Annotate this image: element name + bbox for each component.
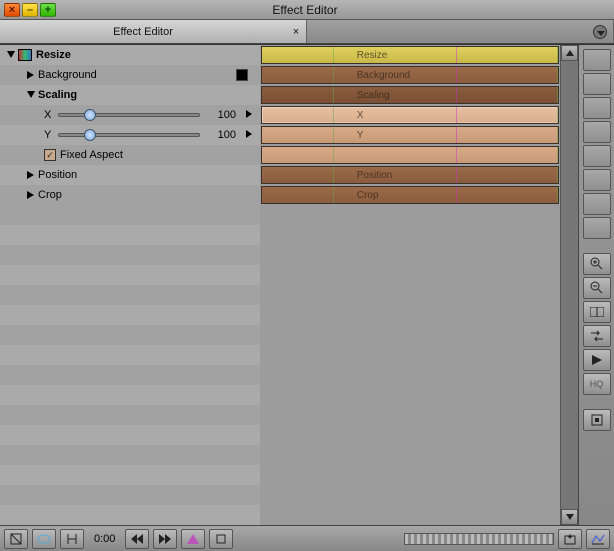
track-row[interactable]: Background bbox=[261, 66, 559, 84]
track-row[interactable]: Crop bbox=[261, 186, 559, 204]
disclosure-right-icon[interactable] bbox=[24, 171, 38, 179]
slider-y[interactable] bbox=[58, 133, 200, 137]
timecode[interactable]: 0:00 bbox=[88, 533, 121, 545]
split-view-button[interactable] bbox=[583, 301, 611, 323]
slider-y-value[interactable]: 100 bbox=[206, 129, 236, 141]
checkbox-fixed-aspect[interactable]: ✓ bbox=[44, 149, 56, 161]
hq-button[interactable]: HQ bbox=[583, 373, 611, 395]
range-button[interactable] bbox=[60, 529, 84, 549]
side-tool-slot[interactable] bbox=[583, 121, 611, 143]
effect-editor-window: × – + Effect Editor Effect Editor × Resi… bbox=[0, 0, 614, 551]
disclosure-down-icon[interactable] bbox=[24, 91, 38, 99]
status-bar: 0:00 bbox=[0, 525, 614, 551]
track-row[interactable] bbox=[261, 146, 559, 164]
side-tool-slot[interactable] bbox=[583, 97, 611, 119]
param-row-y: Y 100 bbox=[0, 125, 260, 145]
slider-x[interactable] bbox=[58, 113, 200, 117]
track-header[interactable]: Resize bbox=[261, 46, 559, 64]
param-label: Position bbox=[38, 169, 77, 181]
save-preset-button[interactable] bbox=[558, 529, 582, 549]
param-row-scaling[interactable]: Scaling bbox=[0, 85, 260, 105]
color-swatch[interactable] bbox=[236, 69, 248, 81]
track-row[interactable]: Position bbox=[261, 166, 559, 184]
tab-effect-editor[interactable]: Effect Editor × bbox=[0, 20, 307, 43]
slider-x-value[interactable]: 100 bbox=[206, 109, 236, 121]
empty-rows bbox=[0, 205, 260, 525]
tab-menu-button[interactable] bbox=[587, 25, 613, 39]
render-progress bbox=[404, 533, 554, 545]
param-label: Scaling bbox=[38, 89, 77, 101]
swap-button[interactable] bbox=[583, 325, 611, 347]
keyframe-toggle-icon[interactable] bbox=[242, 129, 256, 141]
window-title: Effect Editor bbox=[56, 3, 554, 17]
titlebar: × – + Effect Editor bbox=[0, 0, 614, 20]
stop-button[interactable] bbox=[209, 529, 233, 549]
play-button[interactable] bbox=[583, 349, 611, 371]
side-tool-slot[interactable] bbox=[583, 217, 611, 239]
param-label: X bbox=[44, 109, 58, 121]
window-minimize-button[interactable]: – bbox=[22, 3, 38, 17]
editor-body: Resize Background Scaling X 100 Y bbox=[0, 44, 614, 525]
zoom-in-button[interactable] bbox=[583, 253, 611, 275]
zoom-out-button[interactable] bbox=[583, 277, 611, 299]
tab-bar: Effect Editor × bbox=[0, 20, 614, 44]
side-tool-slot[interactable] bbox=[583, 73, 611, 95]
param-row-position[interactable]: Position bbox=[0, 165, 260, 185]
param-row-fixed-aspect[interactable]: ✓ Fixed Aspect bbox=[0, 145, 260, 165]
tab-empty bbox=[307, 20, 614, 43]
disclosure-right-icon[interactable] bbox=[24, 191, 38, 199]
track-row[interactable]: X bbox=[261, 106, 559, 124]
param-label: Resize bbox=[36, 49, 71, 61]
param-tree: Resize Background Scaling X 100 Y bbox=[0, 45, 260, 525]
tab-close-button[interactable]: × bbox=[286, 26, 306, 38]
step-back-button[interactable] bbox=[125, 529, 149, 549]
param-row-background[interactable]: Background bbox=[0, 65, 260, 85]
disclosure-down-icon[interactable] bbox=[4, 51, 18, 59]
window-close-button[interactable]: × bbox=[4, 3, 20, 17]
scroll-up-icon[interactable] bbox=[561, 45, 578, 61]
add-keyframe-button[interactable] bbox=[181, 529, 205, 549]
mark-in-button[interactable] bbox=[4, 529, 28, 549]
render-button[interactable] bbox=[583, 409, 611, 431]
graph-view-button[interactable] bbox=[586, 529, 610, 549]
param-row-resize[interactable]: Resize bbox=[0, 45, 260, 65]
track-row[interactable]: Y bbox=[261, 126, 559, 144]
param-row-x: X 100 bbox=[0, 105, 260, 125]
keyframe-toggle-icon[interactable] bbox=[242, 109, 256, 121]
side-tool-slot[interactable] bbox=[583, 169, 611, 191]
step-forward-button[interactable] bbox=[153, 529, 177, 549]
side-tool-slot[interactable] bbox=[583, 193, 611, 215]
track-area[interactable]: Resize Background Scaling X Y Position C… bbox=[260, 45, 560, 525]
param-row-crop[interactable]: Crop bbox=[0, 185, 260, 205]
side-tool-slot[interactable] bbox=[583, 49, 611, 71]
param-label: Background bbox=[38, 69, 97, 81]
side-toolbar: HQ bbox=[578, 45, 614, 525]
track-row[interactable]: Scaling bbox=[261, 86, 559, 104]
side-tool-slot[interactable] bbox=[583, 145, 611, 167]
scroll-track[interactable] bbox=[561, 61, 578, 509]
disclosure-right-icon[interactable] bbox=[24, 71, 38, 79]
vertical-scrollbar[interactable] bbox=[560, 45, 578, 525]
param-label: Crop bbox=[38, 189, 62, 201]
param-label: Y bbox=[44, 129, 58, 141]
loop-button[interactable] bbox=[32, 529, 56, 549]
param-label: Fixed Aspect bbox=[60, 149, 123, 161]
scroll-down-icon[interactable] bbox=[561, 509, 578, 525]
window-maximize-button[interactable]: + bbox=[40, 3, 56, 17]
tab-label: Effect Editor bbox=[0, 26, 286, 38]
resize-effect-icon bbox=[18, 49, 32, 61]
